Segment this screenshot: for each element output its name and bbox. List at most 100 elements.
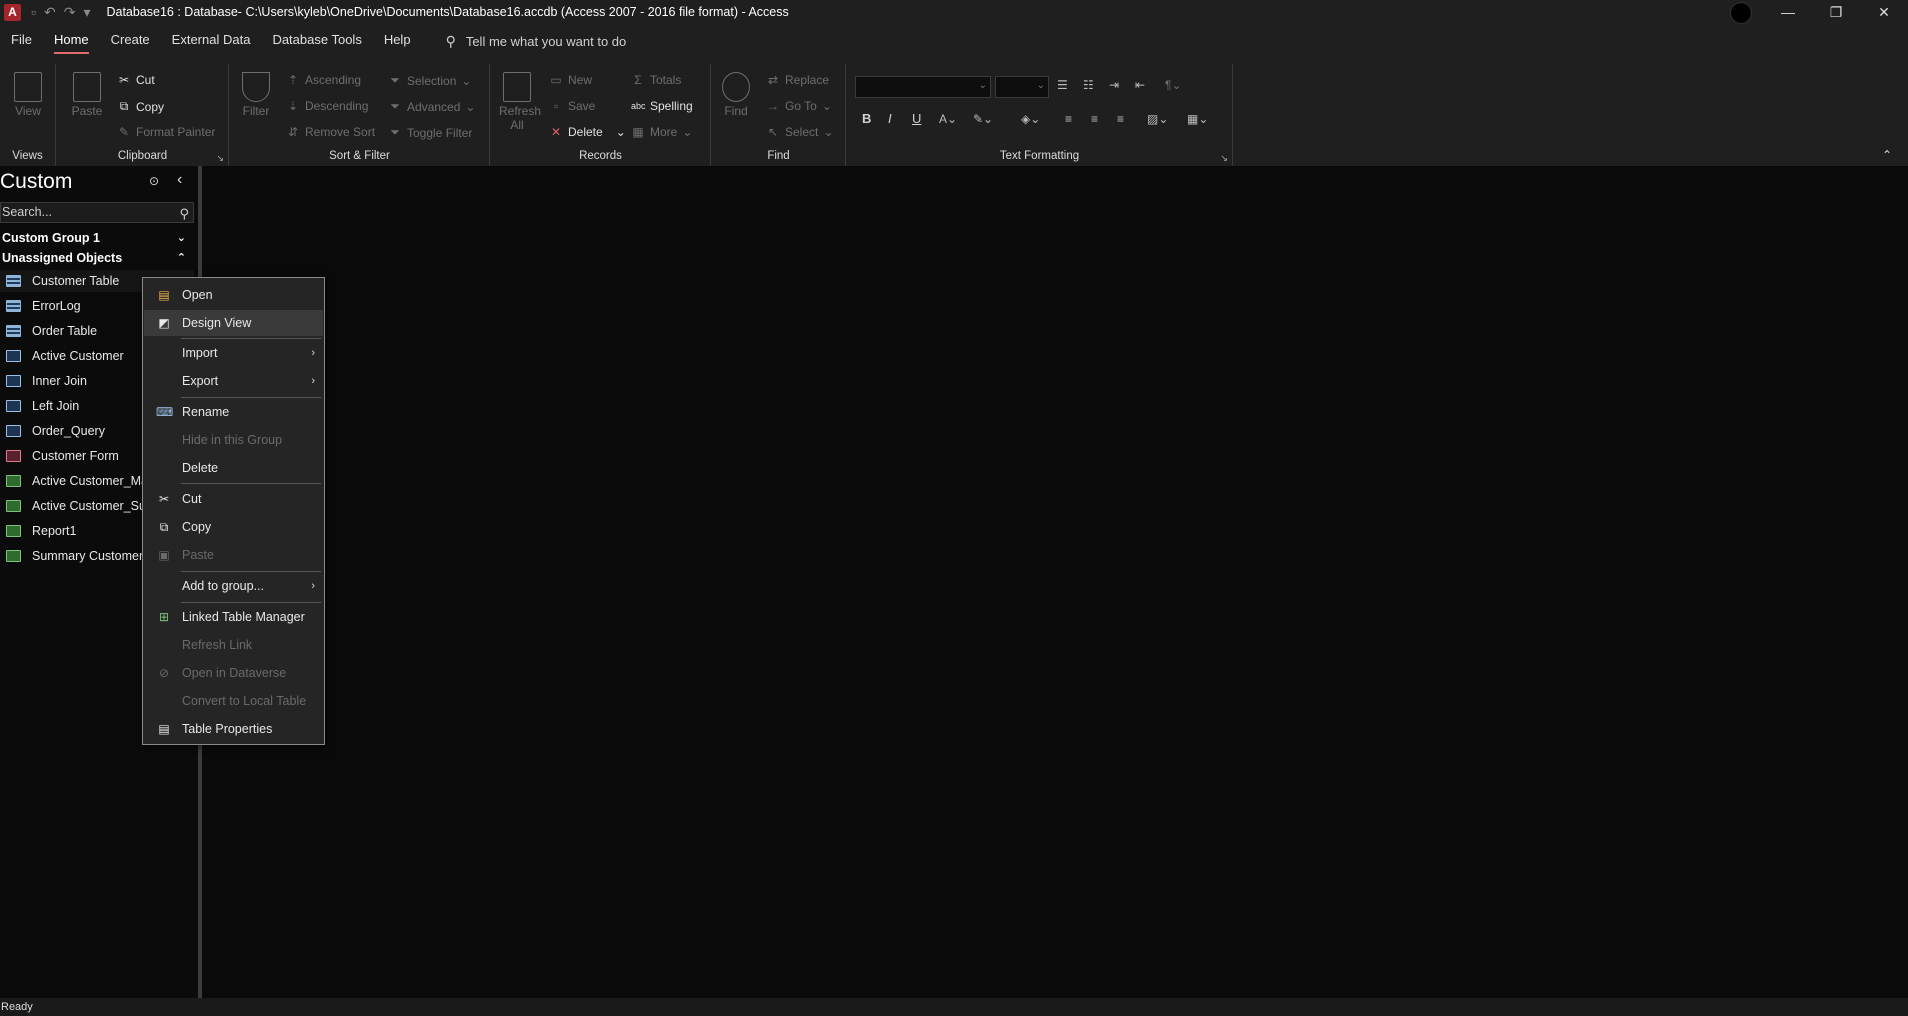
new-record-button[interactable]: ▭ New <box>549 73 592 87</box>
open-icon: ▤ <box>158 288 170 302</box>
status-bar: Ready <box>0 998 1908 1016</box>
text-formatting-launcher-icon[interactable]: ↘ <box>1220 153 1228 164</box>
tab-create[interactable]: Create <box>100 30 161 52</box>
bullets-icon[interactable]: ☰ <box>1057 78 1068 92</box>
undo-icon[interactable]: ↶ <box>44 4 56 21</box>
underline-button[interactable]: U <box>912 111 921 126</box>
alternate-row-color-icon[interactable]: ▨⌄ <box>1147 112 1168 126</box>
menu-item-hide-in-this-group[interactable]: Hide in this Group <box>144 427 323 453</box>
menu-item-open[interactable]: ▤ Open <box>144 282 323 308</box>
sort-ascending-icon: ⇡ <box>287 73 299 87</box>
chevron-down-icon[interactable]: ⌄ <box>616 125 626 139</box>
tab-external-data[interactable]: External Data <box>161 30 262 52</box>
menu-item-copy[interactable]: ⧉ Copy <box>144 514 323 540</box>
tab-home[interactable]: Home <box>43 30 100 54</box>
numbering-icon[interactable]: ☷ <box>1083 78 1094 92</box>
paragraph-direction-icon[interactable]: ¶⌄ <box>1165 78 1182 92</box>
nav-pane-title[interactable]: Custom <box>0 170 72 194</box>
copy-icon: ⧉ <box>119 99 129 113</box>
go-to-button[interactable]: → Go To ⌄ <box>766 99 832 113</box>
replace-button[interactable]: ⇄ Replace <box>766 73 829 87</box>
spelling-label: Spelling <box>650 99 693 113</box>
menu-item-convert-to-local-table[interactable]: Convert to Local Table <box>144 688 323 714</box>
font-size-combo[interactable]: ⌄ <box>995 76 1049 98</box>
menu-item-label: Table Properties <box>182 722 273 736</box>
menu-item-open-in-dataverse[interactable]: ⊘ Open in Dataverse <box>144 660 323 686</box>
report-icon <box>6 500 21 512</box>
nav-group-unassigned-objects[interactable]: Unassigned Objects ⌃ <box>0 249 194 267</box>
tab-help[interactable]: Help <box>373 30 422 52</box>
refresh-all-button[interactable]: Refresh All <box>499 72 541 132</box>
redo-icon[interactable]: ↷ <box>64 4 76 21</box>
minimize-button[interactable]: — <box>1764 0 1812 24</box>
nav-item-label: Customer Form <box>32 449 119 463</box>
align-center-icon[interactable]: ≡ <box>1091 112 1098 126</box>
menu-item-delete[interactable]: Delete <box>144 455 323 481</box>
nav-pane-menu-icon[interactable]: ⊙ <box>149 174 159 188</box>
nav-search-input[interactable]: Search... ⚲ <box>0 202 194 223</box>
align-right-icon[interactable]: ≡ <box>1117 112 1124 126</box>
copy-label: Copy <box>136 99 165 114</box>
ascending-button[interactable]: ⇡ Ascending <box>286 73 361 87</box>
menu-item-import[interactable]: Import › <box>144 340 323 366</box>
save-record-button[interactable]: ▫ Save <box>549 99 596 113</box>
menu-item-cut[interactable]: ✂ Cut <box>144 486 323 512</box>
bold-button[interactable]: B <box>862 111 871 126</box>
restore-button[interactable]: ❐ <box>1812 0 1860 24</box>
search-icon[interactable]: ⚲ <box>179 204 189 223</box>
align-left-icon[interactable]: ≡ <box>1065 112 1072 126</box>
copy-button[interactable]: ⧉ Copy <box>117 99 164 114</box>
paste-label: Paste <box>71 104 103 118</box>
fill-color-icon[interactable]: ◈⌄ <box>1021 112 1040 126</box>
spelling-button[interactable]: abc Spelling <box>631 99 693 113</box>
menu-item-add-to-group[interactable]: Add to group... › <box>144 573 323 599</box>
gridlines-icon[interactable]: ▦⌄ <box>1187 112 1208 126</box>
views-group-label: Views <box>12 150 43 162</box>
tab-database-tools[interactable]: Database Tools <box>261 30 372 52</box>
sort-descending-icon: ⇣ <box>287 99 299 113</box>
menu-item-table-properties[interactable]: ▤ Table Properties <box>144 716 323 742</box>
increase-indent-icon[interactable]: ⇥ <box>1109 78 1119 92</box>
toggle-filter-button[interactable]: ⏷ Toggle Filter <box>388 125 472 140</box>
filter-button[interactable]: Filter <box>240 72 272 118</box>
paste-button[interactable]: Paste <box>69 72 105 118</box>
query-icon <box>6 350 21 362</box>
decrease-indent-icon[interactable]: ⇤ <box>1135 78 1145 92</box>
menu-item-rename[interactable]: ⌨ Rename <box>144 399 323 425</box>
highlight-icon[interactable]: ✎⌄ <box>973 112 993 126</box>
save-icon[interactable]: ▫ <box>31 4 36 20</box>
collapse-ribbon-icon[interactable]: ⌃ <box>1882 148 1892 162</box>
font-name-combo[interactable]: ⌄ <box>855 76 991 98</box>
find-button[interactable]: Find <box>720 72 752 118</box>
totals-button[interactable]: Σ Totals <box>631 73 681 87</box>
remove-sort-button[interactable]: ⇵ Remove Sort <box>286 125 375 139</box>
menu-item-design-view[interactable]: ◩ Design View <box>144 310 323 336</box>
descending-button[interactable]: ⇣ Descending <box>286 99 368 113</box>
menu-item-export[interactable]: Export › <box>144 368 323 394</box>
shutter-bar-close-icon[interactable]: ‹ <box>177 171 182 189</box>
advanced-label: Advanced <box>407 99 461 114</box>
delete-record-button[interactable]: ✕ Delete ⌄ <box>549 125 626 139</box>
format-painter-button[interactable]: ✎ Format Painter <box>117 125 215 139</box>
nav-group-custom-group-1[interactable]: Custom Group 1 ⌄ <box>0 229 194 247</box>
menu-item-label: Delete <box>182 461 219 475</box>
cut-button[interactable]: ✂ Cut <box>117 73 155 87</box>
menu-item-paste[interactable]: ▣ Paste <box>144 542 323 568</box>
selection-button[interactable]: ⏷ Selection ⌄ <box>388 73 471 88</box>
advanced-button[interactable]: ⏷ Advanced ⌄ <box>388 99 475 114</box>
close-button[interactable]: ✕ <box>1860 0 1908 24</box>
menu-item-refresh-link[interactable]: Refresh Link <box>144 632 323 658</box>
more-button[interactable]: ▦ More ⌄ <box>631 125 692 139</box>
tell-me-search[interactable]: ⚲ Tell me what you want to do <box>446 33 627 50</box>
menu-item-label: Add to group... <box>182 579 265 593</box>
clipboard-launcher-icon[interactable]: ↘ <box>216 153 224 164</box>
query-icon <box>6 375 21 387</box>
select-button[interactable]: ↖ Select ⌄ <box>766 125 833 139</box>
customize-qat-icon[interactable]: ▾ <box>83 4 90 21</box>
menu-item-linked-table-manager[interactable]: ⊞ Linked Table Manager <box>144 604 323 630</box>
view-button[interactable]: View <box>13 72 43 118</box>
italic-button[interactable]: I <box>888 111 892 126</box>
avatar[interactable] <box>1730 2 1752 24</box>
tab-file[interactable]: File <box>0 30 43 52</box>
font-color-icon[interactable]: A⌄ <box>939 112 957 126</box>
